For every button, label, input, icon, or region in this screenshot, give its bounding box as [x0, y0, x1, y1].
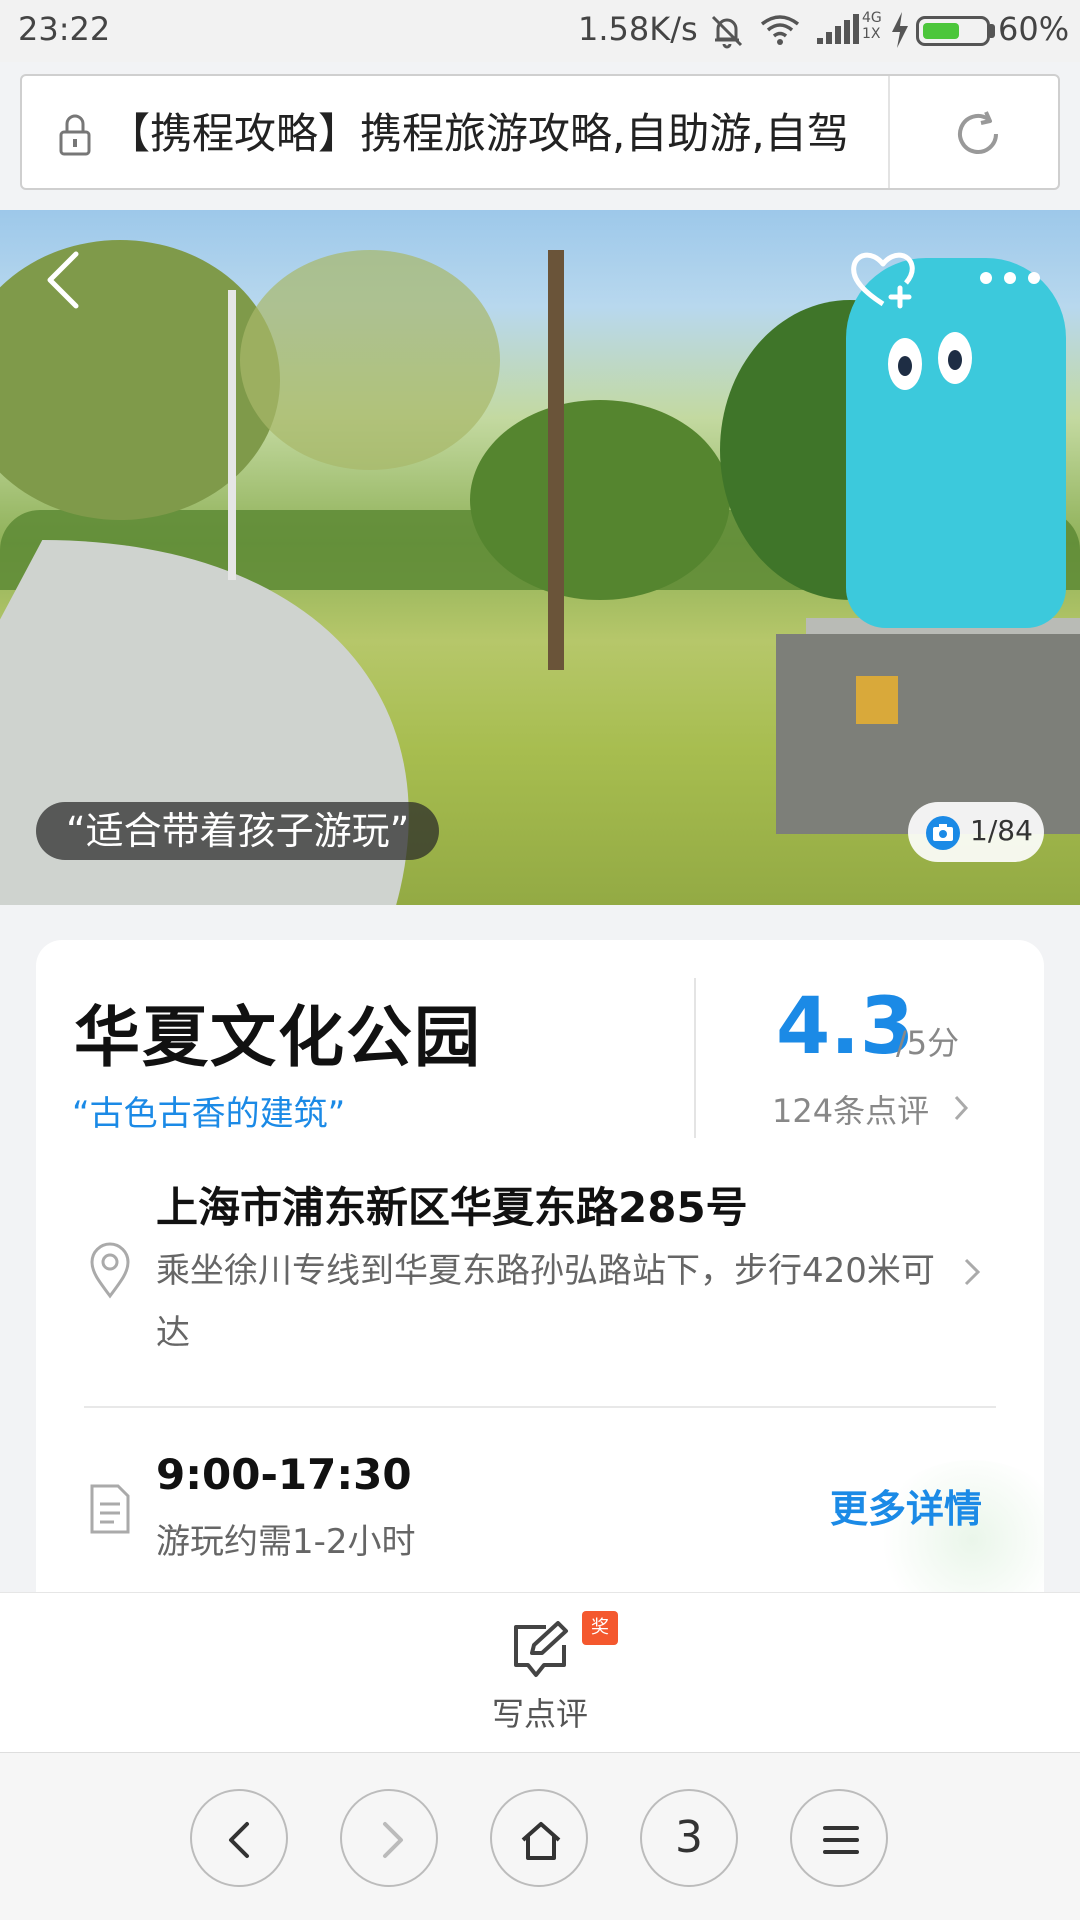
battery-percent: 60%	[998, 10, 1070, 48]
poi-name: 华夏文化公园	[74, 999, 482, 1076]
network-speed: 1.58K/s	[578, 10, 698, 48]
card-divider-vertical	[694, 978, 696, 1138]
chevron-right-icon[interactable]	[962, 1256, 982, 1288]
location-pin-icon	[90, 1242, 130, 1299]
mascot-pupil	[948, 350, 962, 370]
opening-hours: 9:00-17:30	[156, 1450, 412, 1499]
hero-photo[interactable]: “适合带着孩子游玩” 1/84	[0, 210, 1080, 905]
hero-tree	[470, 400, 730, 600]
chevron-right-icon	[383, 1822, 403, 1858]
chevron-right-icon[interactable]	[952, 1094, 970, 1122]
signal-bars-icon	[817, 14, 859, 44]
battery-icon	[916, 16, 990, 46]
hero-lamp-post	[228, 290, 236, 580]
browser-forward-button[interactable]	[340, 1789, 438, 1887]
address-bar[interactable]: 【携程攻略】携程旅游攻略,自助游,自驾	[20, 74, 1060, 190]
review-quote-pill: “适合带着孩子游玩”	[36, 802, 440, 860]
page-title[interactable]: 【携程攻略】携程旅游攻略,自助游,自驾	[108, 106, 888, 162]
tabs-count: 3	[675, 1812, 703, 1863]
mute-bell-icon	[711, 15, 743, 49]
hero-trunk	[548, 250, 564, 670]
network-type: 4G 1X	[862, 10, 882, 42]
write-review-bar: 奖 写点评	[0, 1592, 1080, 1752]
award-badge: 奖	[582, 1611, 618, 1645]
rating-score[interactable]: 4.3	[776, 982, 914, 1072]
more-details-link[interactable]: 更多详情	[830, 1478, 982, 1533]
mascot-eye	[938, 332, 972, 384]
document-icon	[90, 1484, 130, 1534]
hero-plaque	[856, 676, 898, 724]
browser-back-button[interactable]	[190, 1789, 288, 1887]
reload-icon[interactable]	[950, 106, 1006, 162]
photo-counter[interactable]: 1/84	[908, 802, 1044, 862]
menu-icon	[823, 1826, 859, 1854]
poi-tagline: “古色古香的建筑”	[72, 1094, 346, 1134]
address-bar-divider	[888, 76, 890, 188]
lock-icon	[59, 114, 91, 156]
more-dots-icon[interactable]	[976, 268, 1046, 288]
battery-level	[923, 23, 959, 39]
status-time: 23:22	[18, 10, 111, 48]
wifi-icon	[760, 15, 800, 45]
poi-info-card: 华夏文化公园 “古色古香的建筑” 4.3 /5分 124条点评 上海市浦东新区华…	[36, 940, 1044, 1610]
photo-counter-text: 1/84	[970, 814, 1033, 847]
browser-menu-button[interactable]	[790, 1789, 888, 1887]
address-title[interactable]: 上海市浦东新区华夏东路285号	[156, 1174, 748, 1235]
mascot-eye	[888, 338, 922, 390]
rating-scale: /5分	[896, 1024, 960, 1062]
visit-duration: 游玩约需1-2小时	[156, 1522, 416, 1562]
hero-tree	[240, 250, 500, 470]
battery-tip	[990, 24, 995, 38]
browser-home-button[interactable]	[490, 1789, 588, 1887]
write-review-button[interactable]: 写点评	[492, 1689, 588, 1735]
address-directions[interactable]: 乘坐徐川专线到华夏东路孙弘路站下，步行420米可达	[156, 1240, 936, 1364]
browser-bottom-nav: 3	[0, 1752, 1080, 1920]
back-icon[interactable]	[40, 248, 88, 312]
home-icon	[521, 1822, 561, 1860]
chevron-left-icon	[229, 1822, 249, 1858]
card-divider-horizontal	[84, 1406, 996, 1408]
review-count-link[interactable]: 124条点评	[772, 1086, 929, 1132]
status-bar: 23:22 1.58K/s 4G 1X 60%	[0, 0, 1080, 62]
camera-icon	[926, 816, 960, 850]
browser-tabs-button[interactable]: 3	[640, 1789, 738, 1887]
mascot-pupil	[898, 356, 912, 376]
charging-bolt-icon	[892, 12, 908, 48]
heart-plus-icon[interactable]	[848, 244, 918, 314]
write-review-icon[interactable]	[510, 1621, 570, 1679]
